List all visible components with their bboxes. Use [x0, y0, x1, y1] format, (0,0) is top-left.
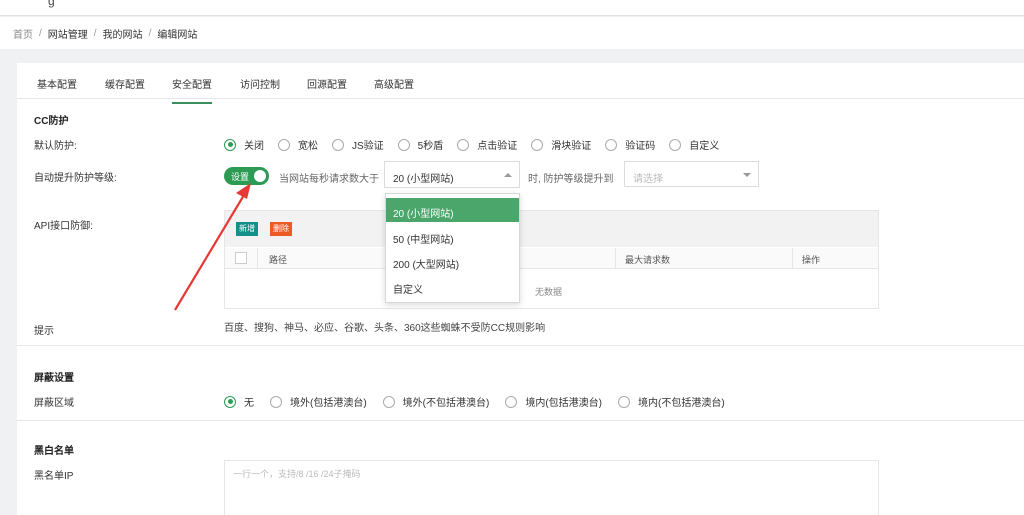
- chevron-down-icon: [743, 173, 751, 177]
- radio-dot: [270, 395, 282, 408]
- column-path: 路径: [269, 255, 288, 265]
- radio-dot: [224, 395, 236, 408]
- tip-text: 百度、搜狗、神马、必应、谷歌、头条、360这些蜘蛛不受防CC规则影响: [224, 323, 546, 334]
- breadcrumb: 首页 / 网站管理 / 我的网站 / 编辑网站: [0, 17, 1024, 49]
- default-protection-radios: 关闭 宽松 JS验证 5秒盾 点击验证 滑块验证 验证码 自定义: [224, 137, 719, 152]
- radio-region-none[interactable]: 无: [224, 394, 254, 409]
- toggle-label: 设置: [231, 172, 250, 182]
- tab-access-control[interactable]: 访问控制: [240, 76, 280, 102]
- dropdown-option-custom[interactable]: 自定义: [386, 274, 519, 298]
- auto-level-toggle[interactable]: 设置: [224, 167, 269, 185]
- table-header: 路径 最大请求数 操作: [225, 248, 878, 269]
- radio-region-domestic-incl[interactable]: 境内(包括港澳台): [505, 394, 602, 409]
- rps-threshold-dropdown: 20 (小型网站) 50 (中型网站) 200 (大型网站) 自定义: [385, 193, 520, 303]
- radio-dot: [457, 138, 470, 151]
- dropdown-option-20[interactable]: 20 (小型网站): [386, 198, 519, 222]
- radio-dot: [618, 395, 631, 408]
- tab-advanced[interactable]: 高级配置: [374, 76, 414, 102]
- select-value: 20 (小型网站): [393, 174, 454, 185]
- radio-dot: [505, 395, 518, 408]
- radio-off[interactable]: 关闭: [224, 137, 264, 152]
- shield-section-title: 屏蔽设置: [34, 373, 74, 384]
- empty-table-text: 无数据: [535, 287, 563, 297]
- tab-basic[interactable]: 基本配置: [37, 76, 77, 102]
- auto-level-label: 自动提升防护等级:: [34, 173, 117, 184]
- breadcrumb-separator: /: [39, 27, 42, 39]
- config-tabs: 基本配置 缓存配置 安全配置 访问控制 回源配置 高级配置: [17, 63, 1024, 104]
- breadcrumb-my-sites[interactable]: 我的网站: [103, 26, 143, 41]
- api-defense-table: 新增 删除 路径 最大请求数 操作 无数据: [224, 210, 879, 309]
- radio-region-domestic-excl[interactable]: 境内(不包括港澳台): [618, 394, 725, 409]
- blacklist-section-title: 黑白名单: [34, 446, 74, 457]
- column-divider: [615, 248, 616, 268]
- radio-loose[interactable]: 宽松: [278, 137, 318, 152]
- add-rule-button[interactable]: 新增: [236, 222, 258, 236]
- threshold-prefix-text: 当网站每秒请求数大于: [279, 174, 379, 185]
- rps-threshold-select[interactable]: 20 (小型网站): [384, 161, 520, 188]
- breadcrumb-home[interactable]: 首页: [13, 26, 33, 41]
- tab-cache[interactable]: 缓存配置: [105, 76, 145, 102]
- breadcrumb-edit-site: 编辑网站: [157, 29, 198, 41]
- radio-custom[interactable]: 自定义: [669, 137, 719, 152]
- blacklist-ip-label: 黑名单IP: [34, 471, 74, 482]
- tab-security[interactable]: 安全配置: [172, 76, 212, 104]
- column-divider: [792, 248, 793, 268]
- column-divider: [257, 248, 258, 268]
- default-protection-label: 默认防护:: [34, 141, 77, 152]
- radio-dot: [382, 395, 395, 408]
- content-card: 基本配置 缓存配置 安全配置 访问控制 回源配置 高级配置 CC防护 默认防护:…: [17, 63, 1024, 515]
- table-toolbar: 新增 删除: [225, 211, 878, 247]
- radio-region-abroad-excl[interactable]: 境外(不包括港澳台): [382, 394, 489, 409]
- top-bar: g: [0, 0, 1024, 16]
- breadcrumb-separator: /: [148, 27, 152, 39]
- radio-dot: [531, 138, 544, 151]
- radio-region-abroad-incl[interactable]: 境外(包括港澳台): [270, 394, 367, 409]
- protection-level-select[interactable]: 请选择: [624, 161, 759, 187]
- section-divider: [17, 420, 1024, 421]
- chevron-up-icon: [504, 173, 512, 177]
- section-divider: [17, 345, 1024, 346]
- radio-slider-verify[interactable]: 滑块验证: [531, 137, 591, 152]
- radio-dot: [332, 138, 344, 151]
- select-placeholder: 请选择: [633, 174, 663, 185]
- column-max-requests: 最大请求数: [625, 255, 671, 265]
- textarea-placeholder: 一行一个，支持/8 /16 /24子掩码: [233, 469, 361, 479]
- radio-dot: [278, 138, 290, 151]
- radio-dot: [224, 138, 236, 151]
- api-defense-label: API接口防御:: [34, 221, 93, 232]
- toggle-knob: [254, 170, 266, 182]
- dropdown-option-200[interactable]: 200 (大型网站): [386, 249, 519, 273]
- radio-captcha[interactable]: 验证码: [605, 137, 655, 152]
- radio-js-verify[interactable]: JS验证: [332, 137, 384, 152]
- radio-dot: [397, 138, 410, 151]
- logo: g: [48, 0, 55, 8]
- tab-origin[interactable]: 回源配置: [307, 76, 347, 102]
- radio-5s-shield[interactable]: 5秒盾: [397, 137, 443, 152]
- delete-rule-button[interactable]: 删除: [270, 222, 292, 236]
- radio-click-verify[interactable]: 点击验证: [457, 137, 517, 152]
- radio-dot: [669, 138, 682, 151]
- threshold-suffix-text: 时, 防护等级提升到: [528, 174, 614, 185]
- radio-dot: [605, 138, 618, 151]
- shield-region-label: 屏蔽区域: [34, 398, 74, 409]
- breadcrumb-separator: /: [93, 27, 97, 39]
- select-all-checkbox[interactable]: [235, 252, 247, 264]
- blacklist-ip-textarea[interactable]: 一行一个，支持/8 /16 /24子掩码: [224, 460, 879, 515]
- cc-section-title: CC防护: [34, 116, 69, 127]
- dropdown-option-50[interactable]: 50 (中型网站): [386, 224, 519, 248]
- breadcrumb-site-management[interactable]: 网站管理: [48, 26, 88, 41]
- shield-region-radios: 无 境外(包括港澳台) 境外(不包括港澳台) 境内(包括港澳台) 境内(不包括港…: [224, 394, 725, 409]
- column-actions: 操作: [802, 255, 821, 265]
- tip-label: 提示: [34, 326, 54, 337]
